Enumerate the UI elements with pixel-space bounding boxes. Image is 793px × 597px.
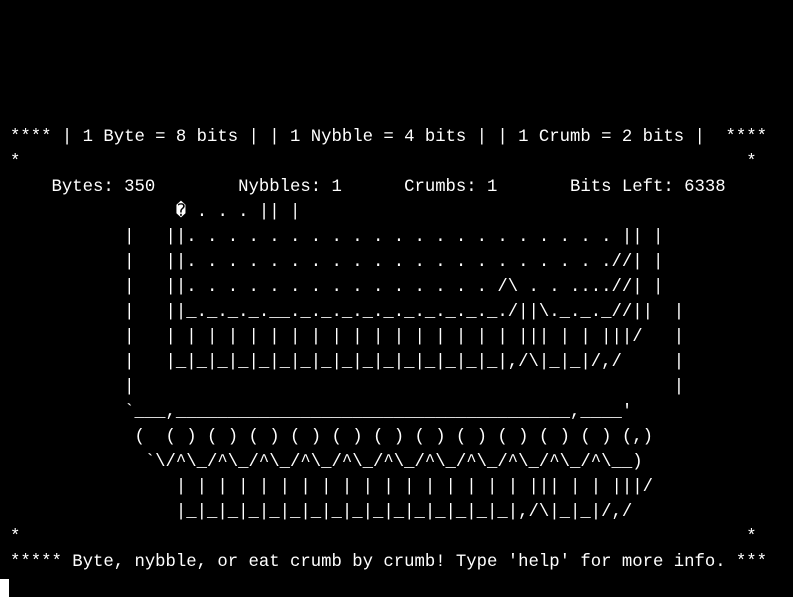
art-line: ( ( ) ( ) ( ) ( ) ( ) ( ) ( ) ( ) ( ) ( … [10,428,653,447]
art-line: | | | | | | | | | | | | | | | | | | ||| … [10,328,685,347]
terminal-window[interactable]: **** | 1 Byte = 8 bits | | 1 Nybble = 4 … [0,0,793,597]
text-cursor[interactable] [0,579,9,597]
art-line: | ||. . . . . . . . . . . . . . . /\ . .… [10,278,664,297]
stats-line: Bytes: 350 Nybbles: 1 Crumbs: 1 Bits Lef… [10,178,726,197]
art-line: | | | | | | | | | | | | | | | | | ||| | … [10,478,653,497]
art-line: | | [10,378,685,397]
banner-border-bottom: * * [10,528,757,547]
art-line: � . . . || | [10,203,301,222]
art-line: | ||_._._._.__._._._._._._._._._._./||\.… [10,303,685,322]
header-banner: **** | 1 Byte = 8 bits | | 1 Nybble = 4 … [10,128,768,147]
art-line: | |_|_|_|_|_|_|_|_|_|_|_|_|_|_|_|_|,/\|_… [10,353,685,372]
art-line: | ||. . . . . . . . . . . . . . . . . . … [10,253,664,272]
art-line: | ||. . . . . . . . . . . . . . . . . . … [10,228,664,247]
footer-banner: ***** Byte, nybble, or eat crumb by crum… [10,553,768,572]
art-line: |_|_|_|_|_|_|_|_|_|_|_|_|_|_|_|_|,/\|_|_… [10,503,633,522]
banner-border-top: * * [10,153,757,172]
art-line: `\/^\_/^\_/^\_/^\_/^\_/^\_/^\_/^\_/^\_/^… [10,453,643,472]
art-line: `___,___________________________________… [10,403,633,422]
